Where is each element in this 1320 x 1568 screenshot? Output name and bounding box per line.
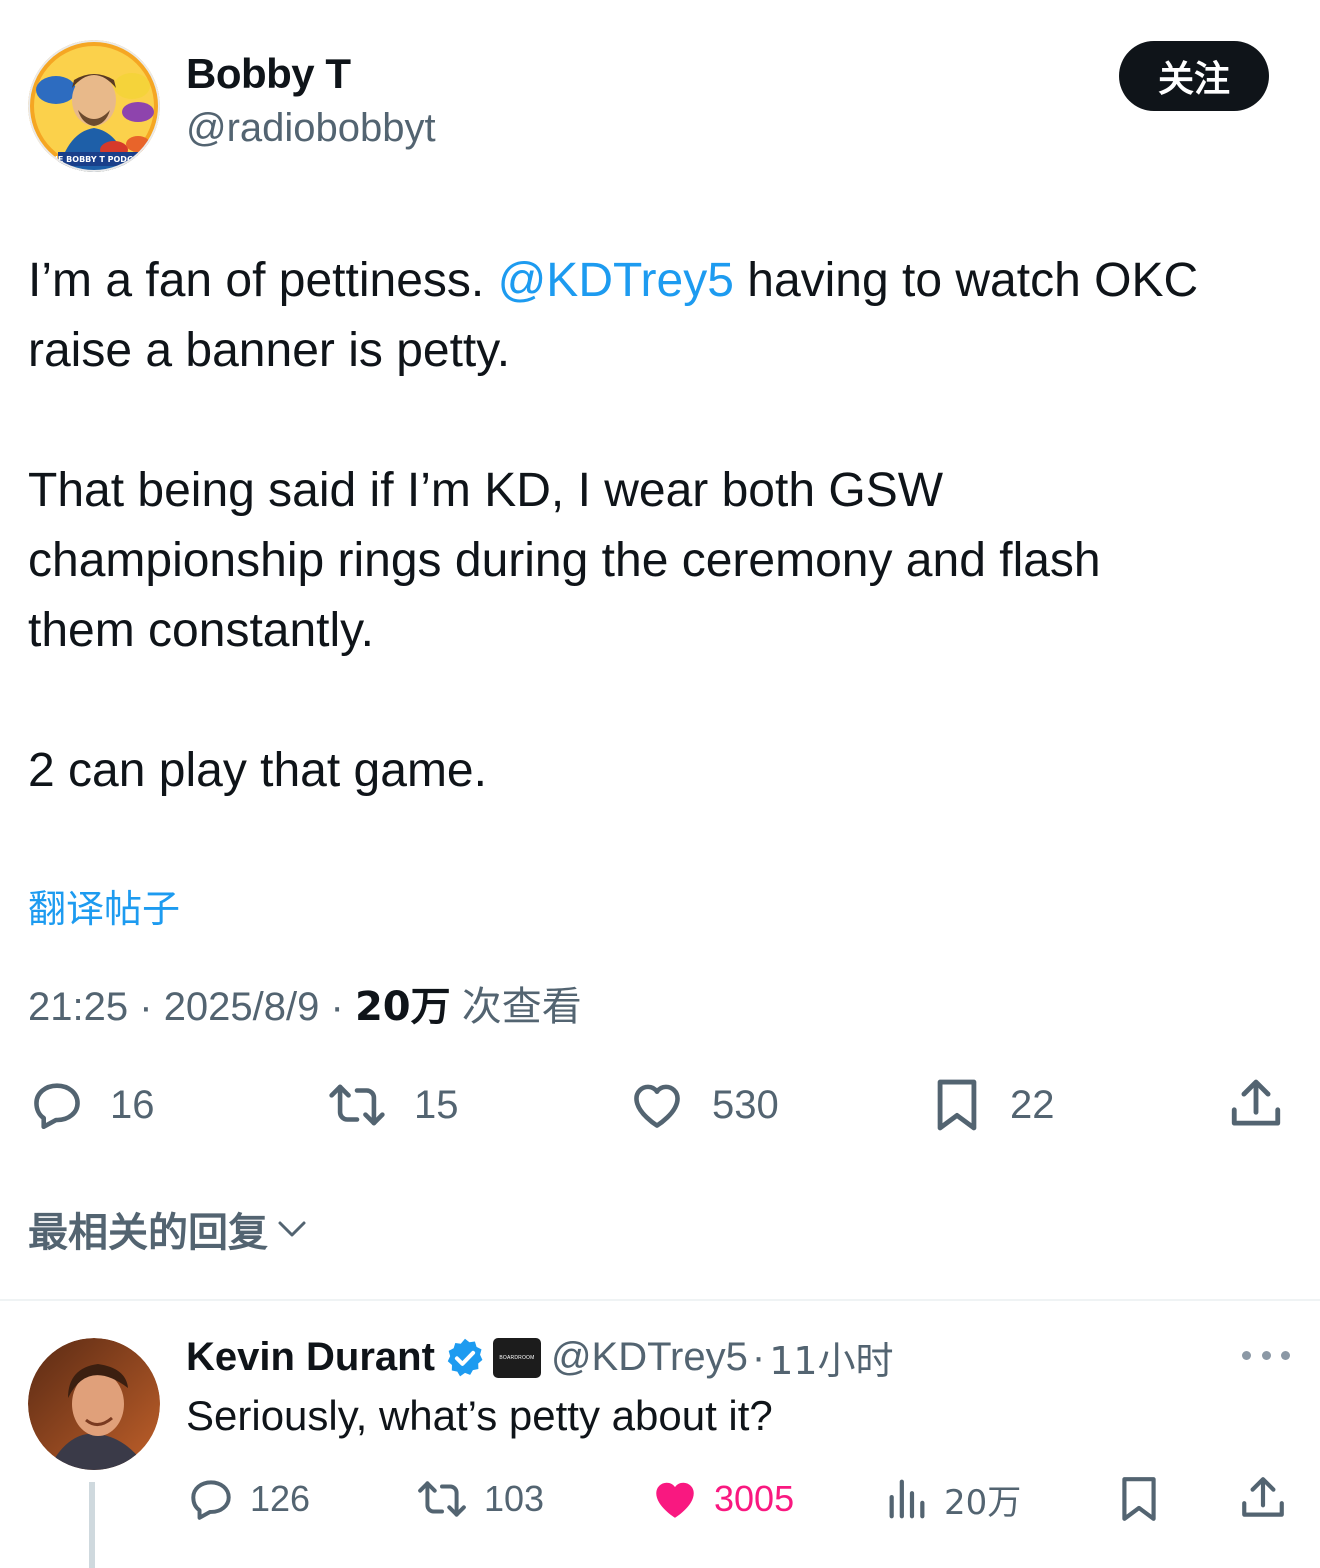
mention-link[interactable]: @KDTrey5	[498, 254, 734, 307]
meta-separator: ·	[330, 985, 344, 1029]
verified-badge-icon	[447, 1338, 483, 1376]
bookmark-icon	[937, 1079, 977, 1131]
reply-author-handle[interactable]: @KDTrey5	[551, 1335, 748, 1380]
repost-button[interactable]: 15	[324, 1076, 459, 1134]
reply-time[interactable]: 11小时	[769, 1330, 893, 1385]
reply-header: Kevin Durant BOARDROOM @KDTrey5 · 11小时	[186, 1330, 894, 1385]
author-avatar[interactable]: THE BOBBY T PODCAST	[28, 40, 160, 172]
reply-repost-count: 103	[484, 1478, 545, 1519]
views-label: 次查看	[461, 984, 582, 1030]
meta-separator: ·	[139, 985, 153, 1029]
share-button[interactable]	[1226, 1076, 1286, 1134]
share-icon	[1231, 1079, 1281, 1126]
repost-count: 15	[414, 1082, 459, 1127]
views-count: 20万	[354, 984, 451, 1030]
repost-icon	[418, 1481, 466, 1517]
reply-views-button[interactable]: 20万	[884, 1474, 1021, 1524]
reply-icon	[191, 1480, 231, 1520]
bookmark-icon	[1122, 1477, 1156, 1521]
tweet-line: championship rings during the ceremony a…	[28, 534, 1101, 587]
reply-reply-count: 126	[250, 1478, 311, 1519]
reply-bookmark-button[interactable]	[1114, 1474, 1164, 1524]
bookmark-count: 22	[1010, 1082, 1055, 1127]
reply-share-button[interactable]	[1238, 1474, 1288, 1524]
like-button[interactable]: 530	[626, 1076, 779, 1134]
reply-author-name[interactable]: Kevin Durant	[186, 1335, 435, 1380]
heart-filled-icon	[656, 1482, 694, 1518]
more-options-icon[interactable]	[1242, 1340, 1290, 1370]
reply-button[interactable]: 16	[28, 1076, 155, 1134]
tweet-time[interactable]: 21:25	[28, 985, 128, 1029]
tweet-text: I’m a fan of pettiness. @KDTrey5 having …	[28, 246, 1298, 806]
tweet-line: them constantly.	[28, 604, 374, 657]
reply-text: Seriously, what’s petty about it?	[186, 1392, 773, 1439]
bookmark-button[interactable]: 22	[928, 1076, 1055, 1134]
meta-separator: ·	[751, 1335, 766, 1379]
translate-post-link[interactable]: 翻译帖子	[28, 878, 180, 933]
reply-like-count: 3005	[714, 1478, 795, 1519]
reply-views-count: 20万	[944, 1482, 1022, 1523]
tweet-line: raise a banner is petty.	[28, 324, 511, 377]
tweet-text-segment: I’m a fan of pettiness.	[28, 254, 498, 307]
like-count: 530	[712, 1082, 779, 1127]
author-display-name[interactable]: Bobby T	[186, 50, 351, 98]
tweet-date[interactable]: 2025/8/9	[164, 985, 320, 1029]
analytics-icon	[889, 1479, 925, 1519]
tweet-line: That being said if I’m KD, I wear both G…	[28, 464, 944, 517]
divider	[0, 1299, 1320, 1301]
sort-label: 最相关的回复	[28, 1210, 268, 1256]
heart-icon	[634, 1084, 680, 1128]
tweet-line: I’m a fan of pettiness. @KDTrey5 having …	[28, 246, 1298, 316]
reply-like-button[interactable]: 3005	[650, 1474, 794, 1524]
repost-icon	[329, 1084, 385, 1126]
thread-connector	[89, 1482, 95, 1568]
share-icon	[1242, 1477, 1284, 1517]
author-handle[interactable]: @radiobobbyt	[186, 106, 436, 151]
reply-icon	[34, 1083, 80, 1130]
tweet-line: 2 can play that game.	[28, 744, 487, 797]
chevron-down-icon	[278, 1221, 306, 1237]
follow-button[interactable]: 关注	[1119, 41, 1269, 111]
tweet-text-segment: having to watch OKC	[733, 254, 1199, 307]
reply-sort-dropdown[interactable]: 最相关的回复	[28, 1200, 310, 1258]
reply-count: 16	[110, 1082, 155, 1127]
reply-author-avatar[interactable]	[28, 1338, 160, 1470]
tweet-meta: 21:25 · 2025/8/9 · 20万 次查看	[28, 974, 582, 1032]
affiliate-badge[interactable]: BOARDROOM	[492, 1337, 541, 1378]
reply-repost-button[interactable]: 103	[414, 1474, 544, 1524]
reply-reply-button[interactable]: 126	[186, 1474, 310, 1524]
